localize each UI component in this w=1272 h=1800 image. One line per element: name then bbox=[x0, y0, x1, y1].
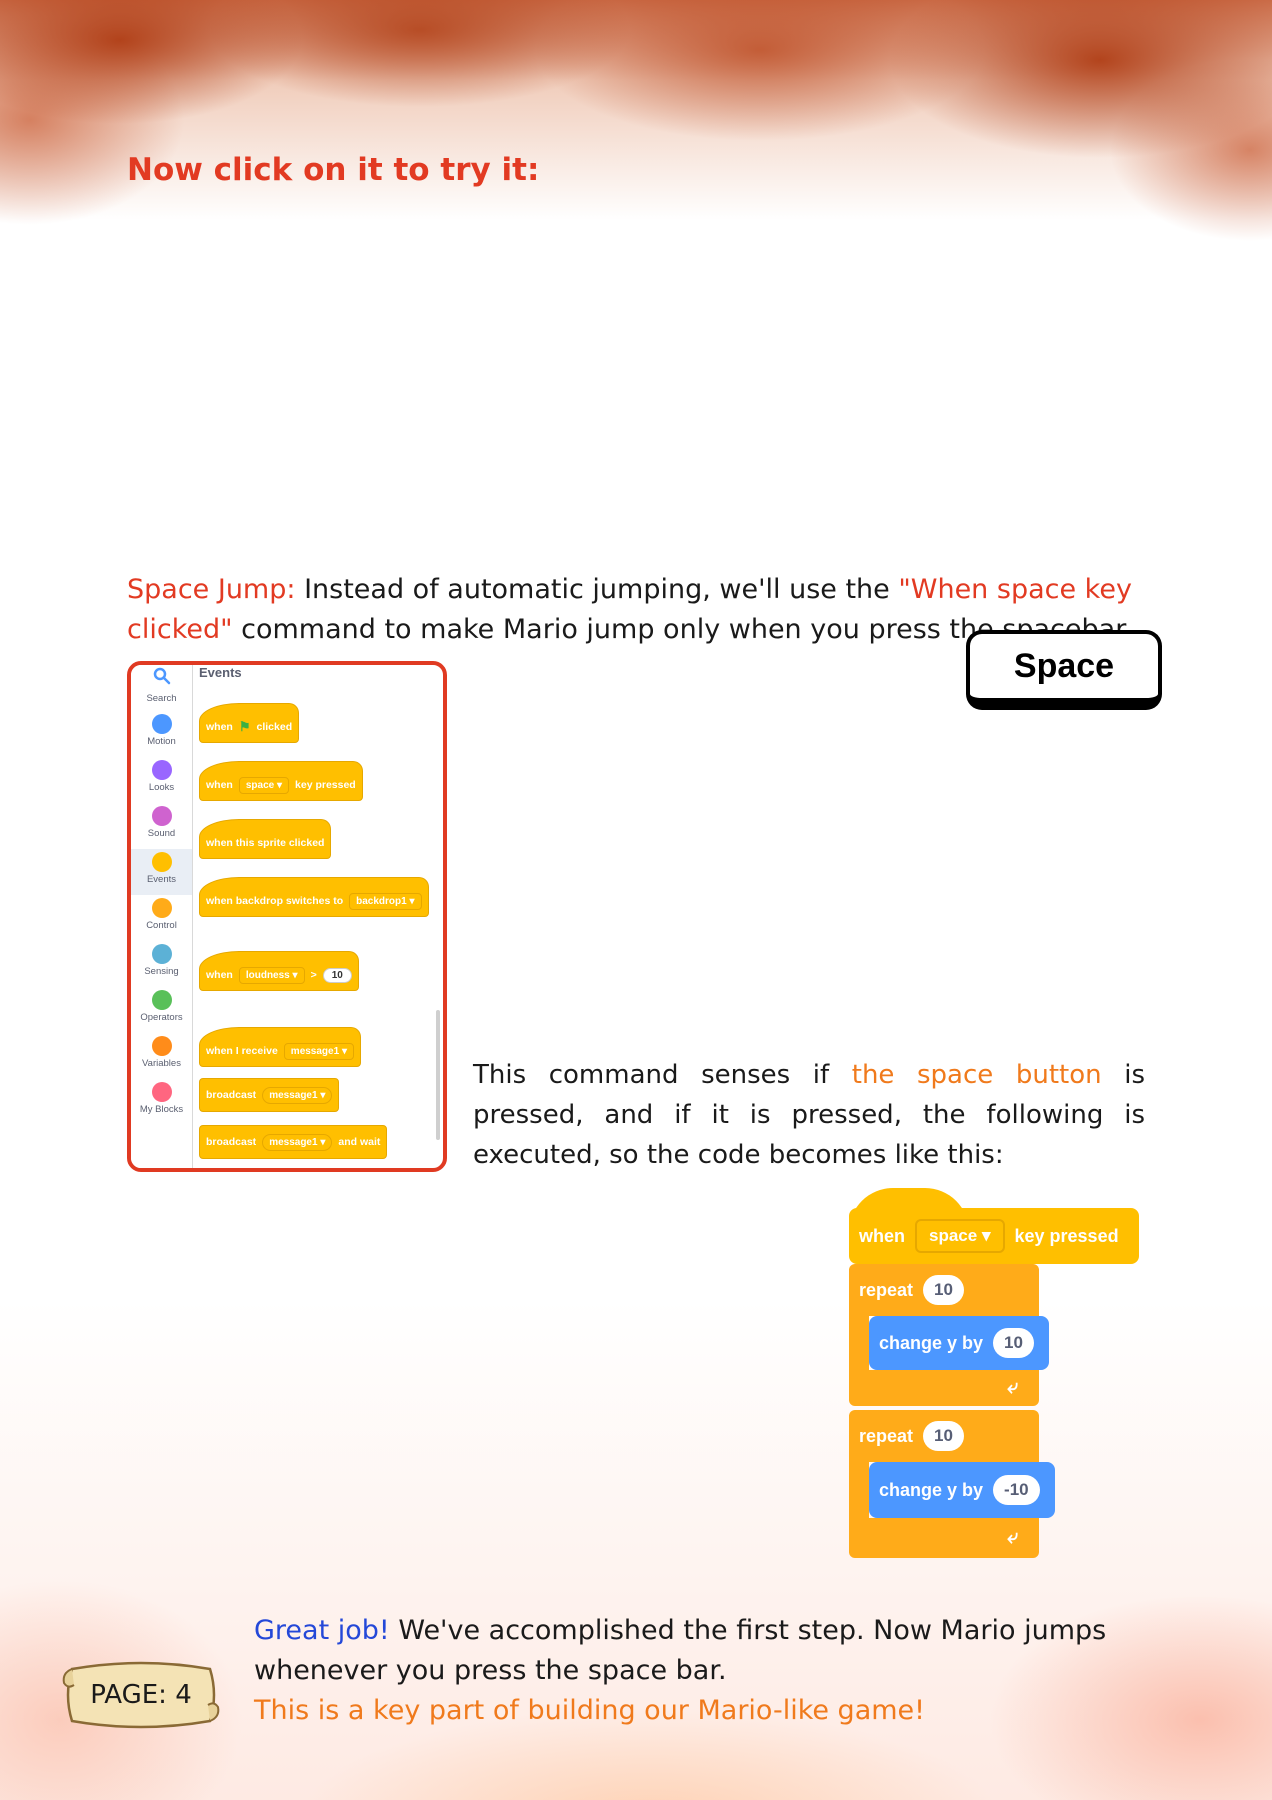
broadcast-and-wait-block[interactable]: broadcast message1 and wait bbox=[199, 1125, 388, 1159]
when-i-receive-block[interactable]: when I receive message1 bbox=[199, 1027, 361, 1067]
category-sound[interactable]: Sound bbox=[131, 803, 192, 849]
when-space-key-pressed-block[interactable]: when space ▾ key pressed bbox=[849, 1208, 1139, 1264]
watercolor-header bbox=[0, 0, 1272, 260]
loop-arrow-icon: ⤶ bbox=[1007, 1374, 1019, 1398]
category-control[interactable]: Control bbox=[131, 895, 192, 941]
broadcast-wait-dropdown[interactable]: message1 bbox=[262, 1133, 333, 1151]
category-variables[interactable]: Variables bbox=[131, 1033, 192, 1079]
category-label: Sound bbox=[147, 828, 176, 839]
section-heading: Now click on it to try it: bbox=[127, 152, 540, 188]
category-search[interactable]: Search bbox=[131, 665, 192, 711]
repeat-block-1[interactable]: repeat 10 bbox=[849, 1264, 1039, 1316]
variables-dot-icon bbox=[151, 1036, 172, 1056]
search-icon bbox=[153, 667, 170, 685]
when-sprite-clicked-block[interactable]: when this sprite clicked bbox=[199, 819, 332, 859]
page-banner: PAGE: 4 bbox=[58, 1655, 224, 1735]
change-y-input[interactable]: 10 bbox=[993, 1328, 1034, 1358]
block-text: when bbox=[206, 969, 233, 981]
block-text: > bbox=[310, 969, 317, 981]
block-text: key pressed bbox=[1014, 1225, 1119, 1246]
change-y-block-1[interactable]: change y by 10 bbox=[869, 1316, 1049, 1370]
block-text: repeat bbox=[859, 1425, 914, 1446]
operators-dot-icon bbox=[151, 990, 172, 1010]
loudness-number-input[interactable]: 10 bbox=[322, 967, 352, 983]
block-text: when bbox=[206, 779, 233, 791]
repeat-block-2[interactable]: repeat 10 bbox=[849, 1410, 1039, 1462]
block-text: clicked bbox=[256, 721, 293, 733]
block-text: when this sprite clicked bbox=[206, 837, 325, 849]
category-label: My Blocks bbox=[139, 1104, 184, 1115]
receive-dropdown[interactable]: message1 bbox=[283, 1042, 354, 1060]
space-jump-label: Space Jump: bbox=[127, 574, 296, 605]
category-label: Operators bbox=[140, 1012, 183, 1023]
scratch-events-palette: Search Motion Looks Sound Events Control… bbox=[127, 661, 447, 1172]
key-dropdown[interactable]: space bbox=[238, 776, 290, 794]
looks-dot-icon bbox=[151, 760, 172, 780]
my-blocks-dot-icon bbox=[151, 1082, 172, 1102]
category-looks[interactable]: Looks bbox=[131, 757, 192, 803]
backdrop-dropdown[interactable]: backdrop1 bbox=[349, 892, 422, 910]
category-label: Search bbox=[146, 693, 177, 704]
block-text: key pressed bbox=[295, 779, 356, 791]
great-job-text: Great job! bbox=[254, 1615, 390, 1646]
when-loudness-block[interactable]: when loudness > 10 bbox=[199, 951, 359, 991]
key-dropdown[interactable]: space ▾ bbox=[915, 1219, 1005, 1253]
category-list: Search Motion Looks Sound Events Control… bbox=[131, 665, 193, 1168]
space-jump-text1: Instead of automatic jumping, we'll use … bbox=[295, 574, 899, 605]
category-label: Sensing bbox=[144, 966, 179, 977]
block-text: and wait bbox=[338, 1136, 381, 1148]
space-key-illustration: Space bbox=[966, 630, 1162, 710]
broadcast-dropdown[interactable]: message1 bbox=[262, 1086, 333, 1104]
block-text: when I receive bbox=[206, 1045, 278, 1057]
control-dot-icon bbox=[151, 898, 172, 918]
closing-paragraph: Great job! We've accomplished the first … bbox=[254, 1611, 1154, 1731]
category-sensing[interactable]: Sensing bbox=[131, 941, 192, 987]
block-text: when bbox=[206, 721, 233, 733]
explain-highlight: the space button bbox=[851, 1060, 1102, 1090]
when-flag-clicked-block[interactable]: when ⚑ clicked bbox=[199, 703, 300, 743]
repeat-arm-2 bbox=[849, 1462, 869, 1518]
block-text: when bbox=[859, 1225, 906, 1246]
code-stack: when space ▾ key pressed repeat 10 chang… bbox=[849, 1188, 1139, 1583]
palette-scrollbar[interactable] bbox=[436, 1010, 440, 1140]
green-flag-icon: ⚑ bbox=[238, 719, 251, 734]
category-label: Control bbox=[146, 920, 177, 931]
sound-dot-icon bbox=[151, 806, 172, 826]
block-text: change y by bbox=[879, 1479, 984, 1500]
category-motion[interactable]: Motion bbox=[131, 711, 192, 757]
change-y-block-2[interactable]: change y by -10 bbox=[869, 1462, 1055, 1518]
when-backdrop-switches-block[interactable]: when backdrop switches to backdrop1 bbox=[199, 877, 429, 917]
key-value: space bbox=[929, 1226, 978, 1245]
repeat-arm-1 bbox=[849, 1316, 869, 1370]
key-part-text: This is a key part of building our Mario… bbox=[254, 1695, 925, 1726]
motion-dot-icon bbox=[151, 714, 172, 734]
category-label: Motion bbox=[147, 736, 176, 747]
category-label: Events bbox=[146, 874, 177, 885]
palette-section-title: Events bbox=[199, 665, 242, 680]
block-text: when backdrop switches to bbox=[206, 895, 344, 907]
repeat-count-input[interactable]: 10 bbox=[923, 1421, 964, 1451]
events-dot-icon bbox=[151, 852, 172, 872]
loudness-dropdown[interactable]: loudness bbox=[238, 966, 305, 984]
category-label: Variables bbox=[142, 1058, 181, 1069]
block-text: change y by bbox=[879, 1332, 984, 1353]
explain-paragraph: This command senses if the space button … bbox=[473, 1055, 1145, 1175]
change-y-input[interactable]: -10 bbox=[993, 1475, 1040, 1505]
broadcast-block[interactable]: broadcast message1 bbox=[199, 1078, 340, 1112]
block-text: broadcast bbox=[206, 1136, 257, 1148]
block-text: repeat bbox=[859, 1279, 914, 1300]
page-number: PAGE: 4 bbox=[90, 1680, 192, 1710]
repeat-count-input[interactable]: 10 bbox=[923, 1275, 964, 1305]
dropdown-arrow-icon: ▾ bbox=[981, 1226, 991, 1245]
block-text: broadcast bbox=[206, 1089, 257, 1101]
category-my-blocks[interactable]: My Blocks bbox=[131, 1079, 192, 1125]
loop-arrow-icon: ⤶ bbox=[1007, 1524, 1019, 1548]
sensing-dot-icon bbox=[151, 944, 172, 964]
when-key-pressed-block[interactable]: when space key pressed bbox=[199, 761, 363, 801]
category-label: Looks bbox=[148, 782, 175, 793]
category-operators[interactable]: Operators bbox=[131, 987, 192, 1033]
explain-text1: This command senses if bbox=[473, 1060, 852, 1090]
category-events[interactable]: Events bbox=[131, 849, 192, 895]
